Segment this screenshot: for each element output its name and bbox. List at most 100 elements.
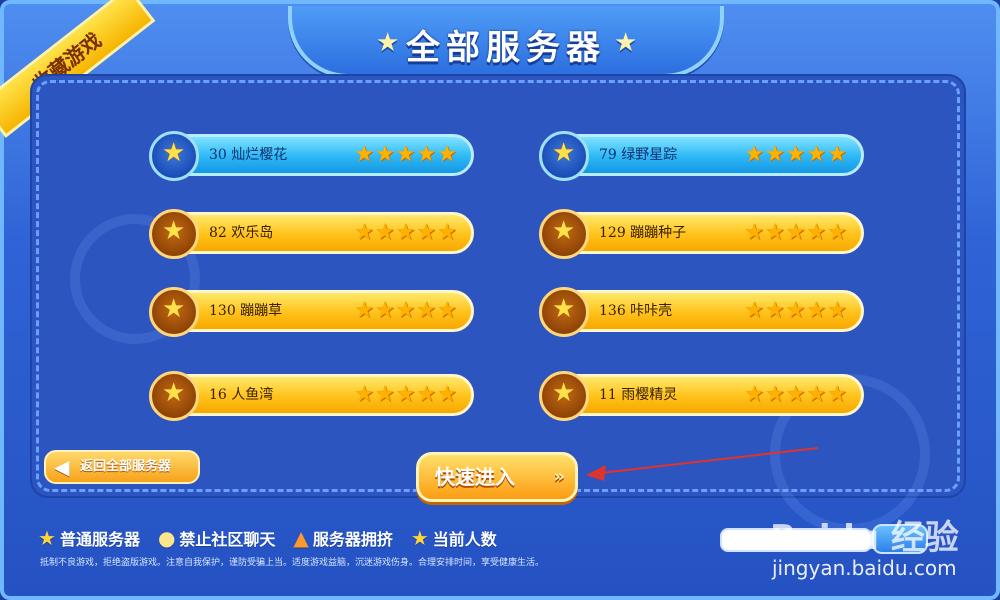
- legend-label: 服务器拥挤: [312, 530, 393, 549]
- server-badge: ★: [539, 287, 589, 337]
- server-button[interactable]: ★ 82 欢乐岛 ★ ★ ★ ★ ★: [149, 209, 474, 259]
- double-chevron-icon: »: [553, 466, 565, 487]
- legend-item-current-players: ★ 当前人数: [411, 526, 497, 550]
- rating-star-icon: ★: [765, 142, 785, 167]
- rating-star-icon: ★: [395, 142, 416, 167]
- rating-star-icon: ★: [375, 382, 395, 407]
- server-rating: ★ ★ ★ ★ ★: [744, 381, 847, 409]
- quick-enter-button[interactable]: 快速进入 »: [416, 452, 578, 502]
- legend-label: 普通服务器: [59, 530, 140, 549]
- server-rating: ★ ★ ★ ★ ★: [744, 141, 847, 169]
- rating-star-icon: ★: [375, 298, 395, 323]
- star-icon: ★: [552, 378, 576, 408]
- rating-star-icon: ★: [744, 220, 765, 245]
- server-button[interactable]: ★ 30 灿烂樱花 ★ ★ ★ ★ ★: [149, 131, 474, 181]
- star-icon: ★: [162, 378, 186, 408]
- server-rating: ★ ★ ★ ★ ★: [744, 219, 847, 247]
- server-button[interactable]: ★ 11 雨樱精灵 ★ ★ ★ ★ ★: [539, 371, 864, 421]
- server-search-box[interactable]: [720, 528, 874, 552]
- rating-star-icon: ★: [765, 298, 785, 323]
- quick-enter-label: 快速进入: [435, 465, 515, 489]
- server-button[interactable]: ★ 136 咔咔壳 ★ ★ ★ ★ ★: [539, 287, 864, 337]
- server-badge: ★: [149, 131, 199, 181]
- hammer-icon: ▲: [293, 526, 309, 550]
- legend: ★ 普通服务器 ● 禁止社区聊天 ▲ 服务器拥挤 ★ 当前人数: [38, 526, 497, 550]
- server-badge: ★: [539, 209, 589, 259]
- star-icon: ★: [162, 216, 186, 246]
- rating-star-icon: ★: [416, 220, 437, 245]
- rating-star-icon: ★: [827, 142, 847, 167]
- person-star-icon: ★: [410, 526, 429, 550]
- server-badge: ★: [149, 371, 199, 421]
- server-badge: ★: [539, 131, 589, 181]
- rating-star-icon: ★: [395, 382, 416, 407]
- server-name: 82 欢乐岛: [209, 225, 274, 241]
- server-button[interactable]: ★ 16 人鱼湾 ★ ★ ★ ★ ★: [149, 371, 474, 421]
- legend-label: 禁止社区聊天: [179, 530, 276, 549]
- server-badge: ★: [149, 287, 199, 337]
- server-rating: ★ ★ ★ ★ ★: [354, 141, 457, 169]
- rating-star-icon: ★: [785, 382, 806, 407]
- rating-star-icon: ★: [437, 220, 457, 245]
- rating-star-icon: ★: [827, 382, 847, 407]
- rating-star-icon: ★: [827, 298, 847, 323]
- legend-item-crowded: ▲ 服务器拥挤: [293, 526, 392, 550]
- rating-star-icon: ★: [765, 220, 785, 245]
- rating-star-icon: ★: [785, 220, 806, 245]
- rating-star-icon: ★: [354, 142, 375, 167]
- server-name: 129 蹦蹦种子: [599, 225, 687, 241]
- search-go-button[interactable]: [872, 524, 928, 554]
- server-name: 136 咔咔壳: [599, 303, 673, 319]
- rating-star-icon: ★: [375, 220, 395, 245]
- rating-star-icon: ★: [785, 298, 806, 323]
- star-icon: ★: [552, 294, 576, 324]
- health-notice: 抵制不良游戏，拒绝盗版游戏。注意自我保护，谨防受骗上当。适度游戏益脑，沉迷游戏伤…: [40, 558, 545, 568]
- rating-star-icon: ★: [785, 142, 806, 167]
- star-icon: ★: [552, 138, 576, 168]
- rating-star-icon: ★: [416, 142, 437, 167]
- server-button[interactable]: ★ 79 绿野星踪 ★ ★ ★ ★ ★: [539, 131, 864, 181]
- server-rating: ★ ★ ★ ★ ★: [354, 297, 457, 325]
- rating-star-icon: ★: [806, 142, 827, 167]
- server-name: 130 蹦蹦草: [209, 303, 283, 319]
- page-title: 全部服务器: [406, 28, 606, 68]
- server-name: 30 灿烂樱花: [209, 147, 288, 163]
- star-icon: ★: [162, 294, 186, 324]
- rating-star-icon: ★: [395, 298, 416, 323]
- rating-star-icon: ★: [744, 382, 765, 407]
- rating-star-icon: ★: [416, 382, 437, 407]
- back-arrow-icon: ◀: [54, 455, 70, 479]
- server-button[interactable]: ★ 130 蹦蹦草 ★ ★ ★ ★ ★: [149, 287, 474, 337]
- title-tab: ★ 全部服务器 ★: [288, 6, 724, 78]
- rating-star-icon: ★: [744, 298, 765, 323]
- rating-star-icon: ★: [354, 382, 375, 407]
- legend-item-normal: ★ 普通服务器: [38, 526, 140, 550]
- rating-star-icon: ★: [416, 298, 437, 323]
- rating-star-icon: ★: [395, 220, 416, 245]
- rating-star-icon: ★: [437, 298, 457, 323]
- star-icon: ★: [162, 138, 186, 168]
- rating-star-icon: ★: [827, 220, 847, 245]
- server-button[interactable]: ★ 129 蹦蹦种子 ★ ★ ★ ★ ★: [539, 209, 864, 259]
- rating-star-icon: ★: [806, 220, 827, 245]
- server-rating: ★ ★ ★ ★ ★: [354, 219, 457, 247]
- server-name: 16 人鱼湾: [209, 387, 274, 403]
- star-icon: ★: [552, 216, 576, 246]
- rating-star-icon: ★: [354, 298, 375, 323]
- rating-star-icon: ★: [437, 382, 457, 407]
- title-star-right-icon: ★: [614, 28, 638, 58]
- rating-star-icon: ★: [744, 142, 765, 167]
- rating-star-icon: ★: [354, 220, 375, 245]
- rating-star-icon: ★: [806, 298, 827, 323]
- back-to-all-servers-button[interactable]: ◀ 返回全部服务器: [44, 450, 200, 484]
- server-rating: ★ ★ ★ ★ ★: [744, 297, 847, 325]
- star-icon: ★: [38, 526, 56, 550]
- server-name: 79 绿野星踪: [599, 147, 678, 163]
- server-rating: ★ ★ ★ ★ ★: [354, 381, 457, 409]
- chick-icon: ●: [157, 526, 176, 550]
- server-search-input[interactable]: [722, 531, 874, 551]
- rating-star-icon: ★: [437, 142, 457, 167]
- rating-star-icon: ★: [806, 382, 827, 407]
- server-name: 11 雨樱精灵: [599, 387, 678, 403]
- legend-item-no-chat: ● 禁止社区聊天: [158, 526, 275, 550]
